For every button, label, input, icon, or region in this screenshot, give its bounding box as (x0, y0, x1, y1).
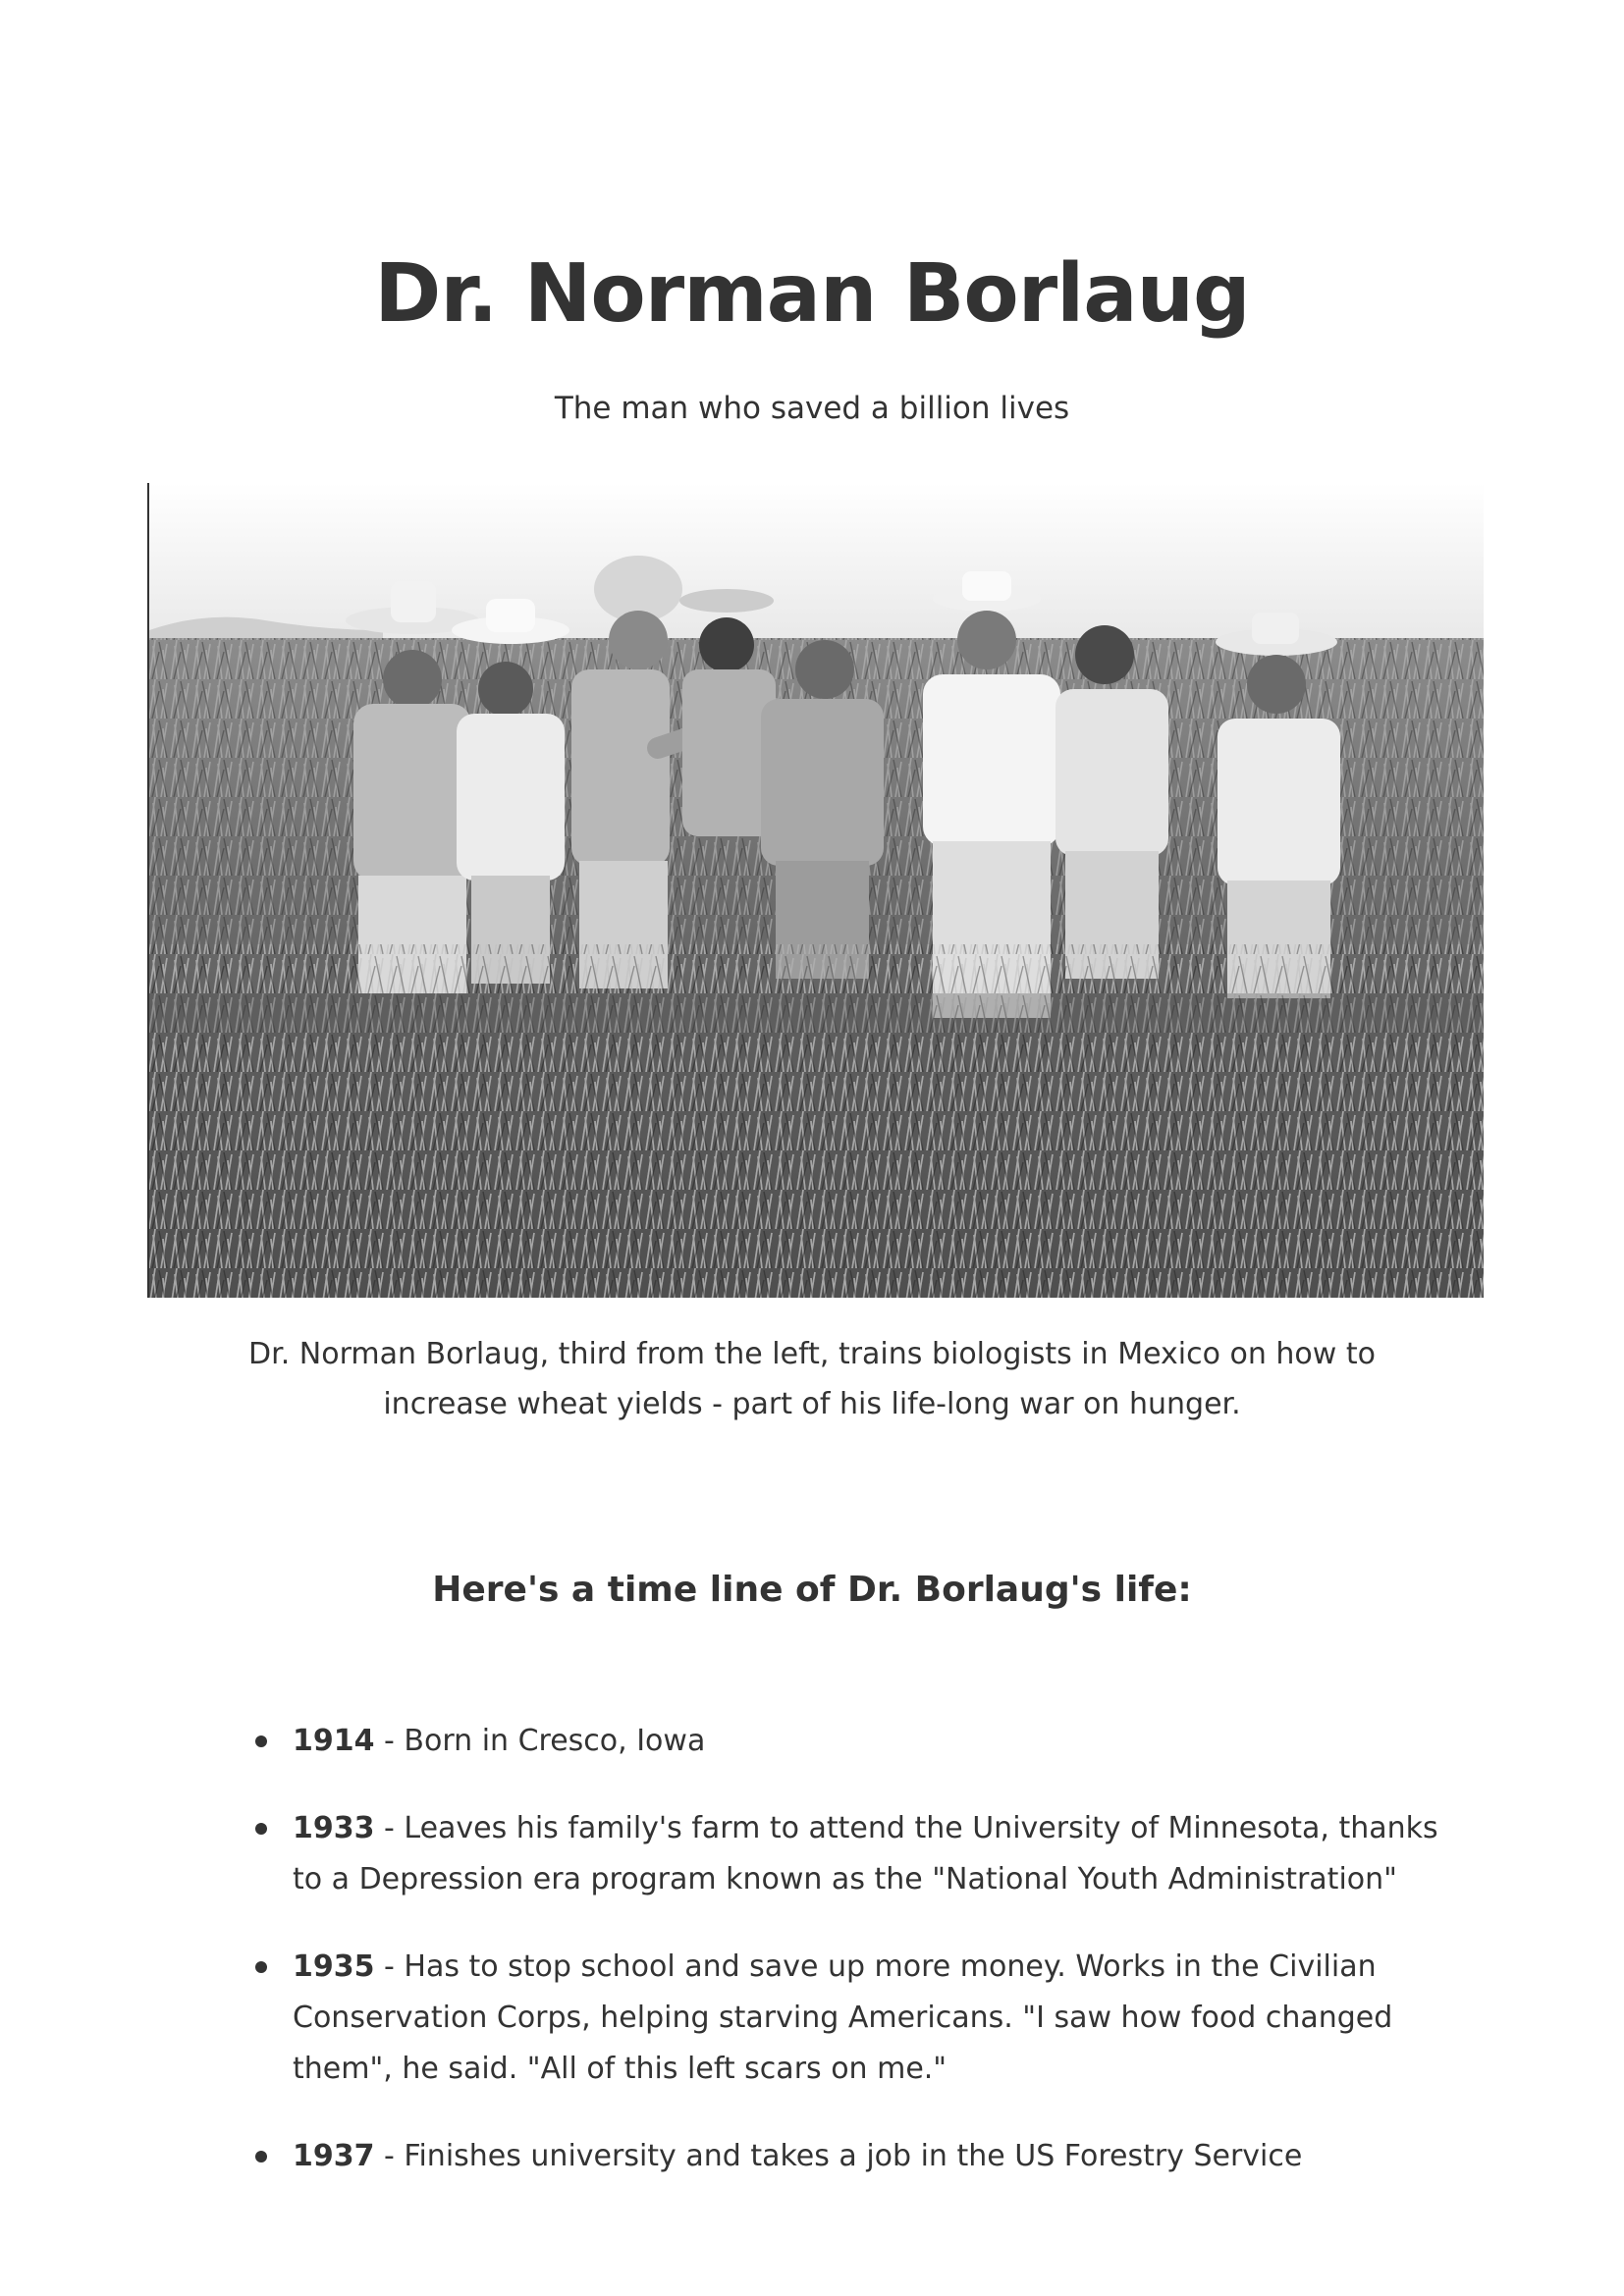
timeline-year: 1933 (293, 1811, 375, 1845)
timeline-item: 1933 - Leaves his family's farm to atten… (253, 1803, 1461, 1905)
bullet-icon (255, 1823, 267, 1835)
timeline-heading: Here's a time line of Dr. Borlaug's life… (432, 1570, 1192, 1610)
timeline-year: 1935 (293, 1949, 375, 1984)
timeline-year: 1937 (293, 2139, 375, 2173)
timeline-text: - Leaves his family's farm to attend the… (293, 1811, 1438, 1896)
bullet-icon (255, 1961, 267, 1973)
photo-caption: Dr. Norman Borlaug, third from the left,… (248, 1337, 1376, 1421)
timeline-item: 1914 - Born in Cresco, Iowa (253, 1716, 1461, 1767)
timeline-list: 1914 - Born in Cresco, Iowa 1933 - Leave… (253, 1716, 1461, 2218)
timeline-year: 1914 (293, 1724, 375, 1758)
bullet-icon (255, 2151, 267, 2163)
timeline-item: 1937 - Finishes university and takes a j… (253, 2131, 1461, 2182)
timeline-text: - Born in Cresco, Iowa (374, 1724, 706, 1758)
page-subtitle: The man who saved a billion lives (554, 391, 1070, 426)
timeline-item: 1935 - Has to stop school and save up mo… (253, 1942, 1461, 2095)
timeline-text: - Finishes university and takes a job in… (374, 2139, 1303, 2173)
page-title: Dr. Norman Borlaug (374, 247, 1250, 341)
wheat-field-photo (147, 483, 1484, 1298)
timeline-text: - Has to stop school and save up more mo… (293, 1949, 1393, 2086)
bullet-icon (255, 1735, 267, 1747)
